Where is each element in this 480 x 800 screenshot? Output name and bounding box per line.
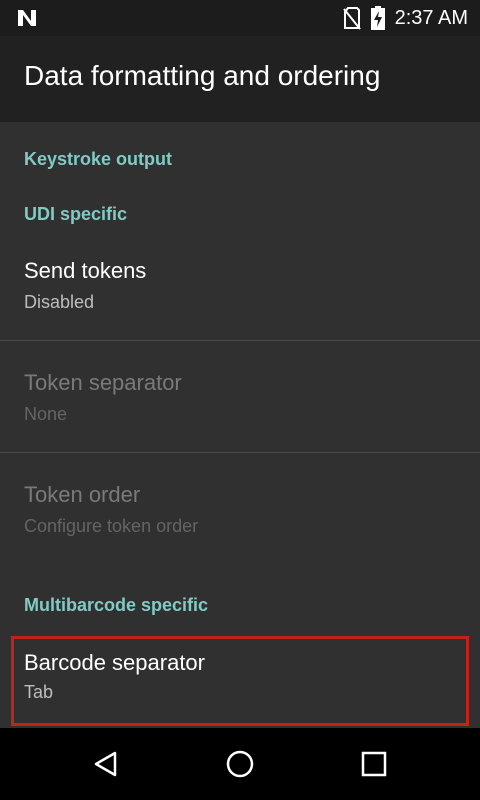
pref-send-tokens[interactable]: Send tokens Disabled xyxy=(0,242,480,340)
pref-title: Send tokens xyxy=(24,258,147,283)
battery-charging-icon xyxy=(370,6,385,30)
pref-summary: None xyxy=(24,404,68,424)
notification-n-icon xyxy=(18,10,36,26)
pref-token-separator[interactable]: Token separator None xyxy=(0,341,480,452)
pref-summary: Disabled xyxy=(24,292,95,312)
status-bar: 2:37 AM xyxy=(0,0,480,36)
status-icons: 2:37 AM xyxy=(342,0,468,36)
preference-list[interactable]: Keystroke output UDI specific Send token… xyxy=(0,122,480,728)
app-bar: Data formatting and ordering xyxy=(0,36,480,122)
category-udi-specific: UDI specific xyxy=(24,204,128,224)
no-sim-icon xyxy=(342,7,361,30)
back-icon xyxy=(94,751,117,777)
pref-summary: Configure token order xyxy=(24,516,199,536)
category-keystroke-output: Keystroke output xyxy=(24,149,173,169)
home-button[interactable] xyxy=(218,742,262,786)
home-icon xyxy=(226,750,254,778)
pref-title: Token separator xyxy=(24,370,182,395)
pref-title: Token order xyxy=(24,482,141,507)
recents-icon xyxy=(361,751,387,777)
screen: 2:37 AM Data formatting and ordering Key… xyxy=(0,0,480,800)
page-title: Data formatting and ordering xyxy=(24,60,381,91)
category-multibarcode-specific: Multibarcode specific xyxy=(24,595,209,615)
recents-button[interactable] xyxy=(352,742,396,786)
status-time: 2:37 AM xyxy=(394,6,468,29)
pref-token-order[interactable]: Token order Configure token order xyxy=(0,453,480,553)
highlight-box xyxy=(11,636,469,726)
back-button[interactable] xyxy=(84,742,128,786)
navigation-bar xyxy=(0,728,480,800)
